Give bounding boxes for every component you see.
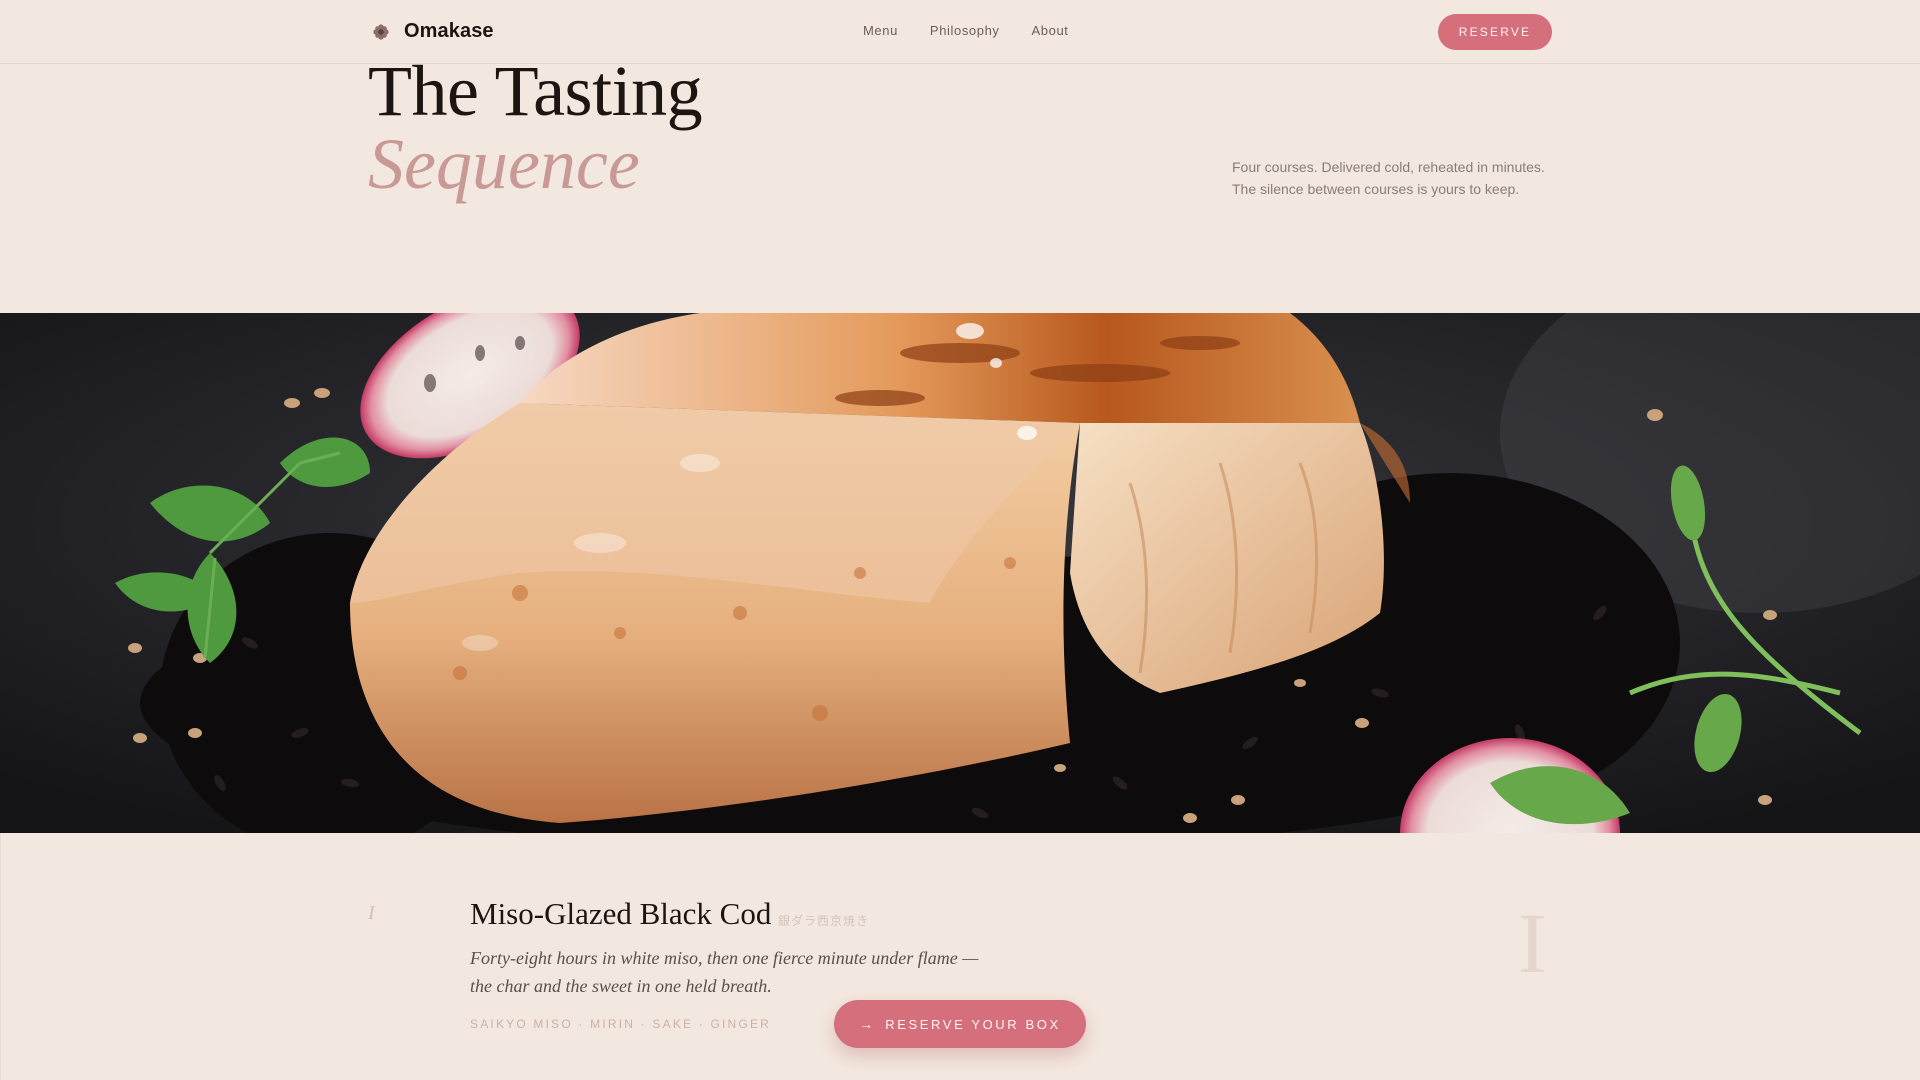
hero-description-line: The silence between courses is yours to …	[1232, 181, 1520, 197]
reserve-your-box-button[interactable]: → RESERVE YOUR BOX	[834, 1000, 1086, 1048]
divider	[0, 833, 1, 1080]
hero-description: Four courses. Delivered cold, reheated i…	[1232, 156, 1572, 200]
top-nav: Omakase Menu Philosophy About RESERVE	[0, 0, 1920, 64]
dish-illustration	[0, 313, 1920, 833]
dish-photo	[0, 313, 1920, 833]
reserve-your-box-label: RESERVE YOUR BOX	[885, 1016, 1061, 1032]
flower-logo-icon	[373, 23, 389, 40]
course-number: I	[368, 902, 375, 924]
course-description: Forty-eight hours in white miso, then on…	[470, 944, 1030, 1000]
brand-name: Omakase	[404, 20, 494, 42]
page-title: The Tasting	[368, 51, 703, 131]
reserve-button[interactable]: RESERVE	[1438, 14, 1552, 50]
course-japanese-name: 銀ダラ西京焼き	[778, 914, 870, 928]
arrow-right-icon: →	[859, 1016, 874, 1032]
course-description-line: Forty-eight hours in white miso, then on…	[470, 948, 979, 968]
course-ingredients: SAIKYO MISO · MIRIN · SAKE · GINGER	[470, 1017, 772, 1031]
nav-link-about[interactable]: About	[1032, 23, 1069, 38]
page-subtitle: Sequence	[368, 124, 640, 204]
course-title: Miso-Glazed Black Cod	[470, 896, 772, 931]
hero-description-line: Four courses. Delivered cold, reheated i…	[1232, 159, 1545, 175]
course-roman-numeral: I	[1518, 895, 1547, 991]
nav-links: Menu Philosophy About	[863, 23, 1069, 38]
course-description-line: the char and the sweet in one held breat…	[470, 976, 772, 996]
brand[interactable]: Omakase	[372, 20, 494, 43]
nav-link-philosophy[interactable]: Philosophy	[930, 23, 1000, 38]
nav-link-menu[interactable]: Menu	[863, 23, 898, 38]
